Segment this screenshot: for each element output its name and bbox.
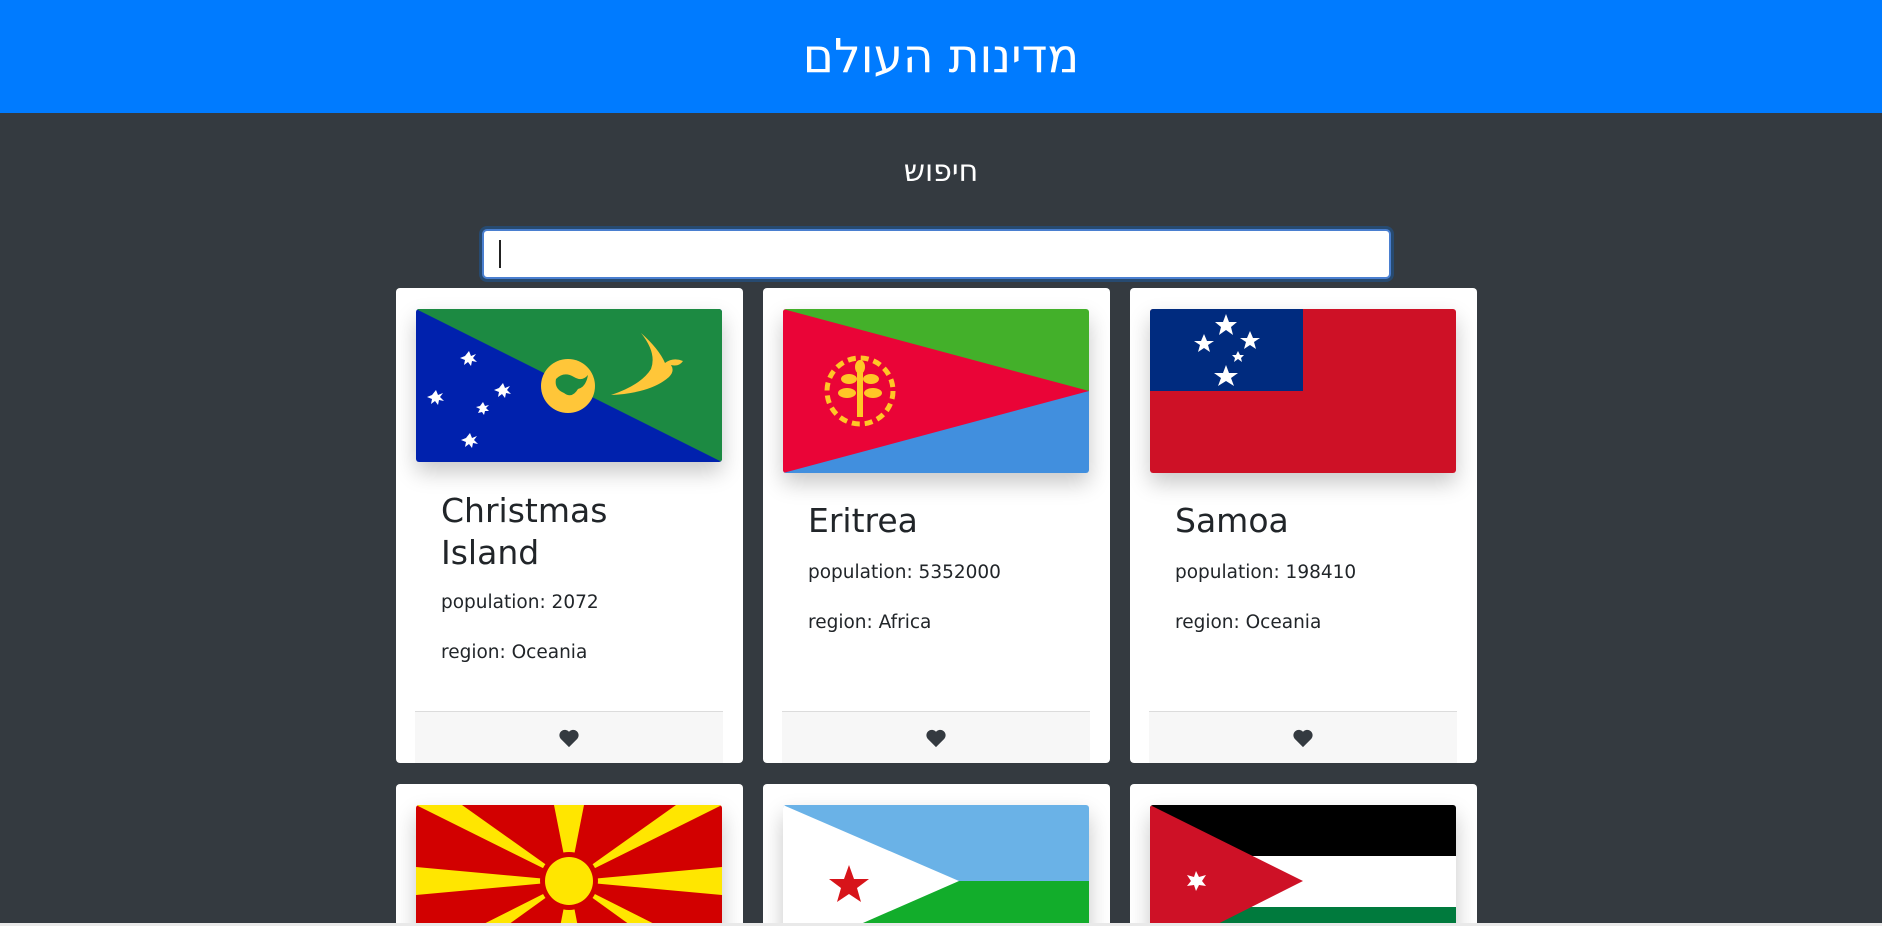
country-population: population: 2072: [441, 592, 599, 613]
country-card: Samoa population: 198410 region: Oceania: [1130, 288, 1477, 763]
country-card: [763, 784, 1110, 926]
favorite-button[interactable]: [782, 711, 1090, 763]
country-name: Christmas Island: [441, 491, 608, 572]
country-region: region: Africa: [808, 612, 932, 633]
country-card: Eritrea population: 5352000 region: Afri…: [763, 288, 1110, 763]
text-caret: [499, 240, 501, 268]
app-header: מדינות העולם: [0, 0, 1882, 113]
favorite-button[interactable]: [415, 711, 723, 763]
country-card: [1130, 784, 1477, 926]
country-population: population: 198410: [1175, 562, 1357, 583]
heart-icon: [926, 729, 946, 748]
djibouti-flag: [783, 805, 1089, 926]
country-region: region: Oceania: [1175, 612, 1322, 633]
country-name: Samoa: [1175, 501, 1289, 540]
country-card: [396, 784, 743, 926]
north-macedonia-flag: [416, 805, 722, 926]
samoa-flag: [1150, 309, 1456, 473]
heart-icon: [1293, 729, 1313, 748]
country-card: Christmas Island population: 2072 region…: [396, 288, 743, 763]
country-population: population: 5352000: [808, 562, 1001, 583]
favorite-button[interactable]: [1149, 711, 1457, 763]
country-name: Eritrea: [808, 501, 918, 540]
christmas-island-flag: [416, 309, 722, 462]
page-title: מדינות העולם: [802, 29, 1080, 84]
search-title: חיפוש: [903, 154, 979, 189]
heart-icon: [559, 729, 579, 748]
country-region: region: Oceania: [441, 642, 588, 663]
search-input[interactable]: [482, 229, 1391, 279]
jordan-flag: [1150, 805, 1456, 926]
eritrea-flag: [783, 309, 1089, 473]
